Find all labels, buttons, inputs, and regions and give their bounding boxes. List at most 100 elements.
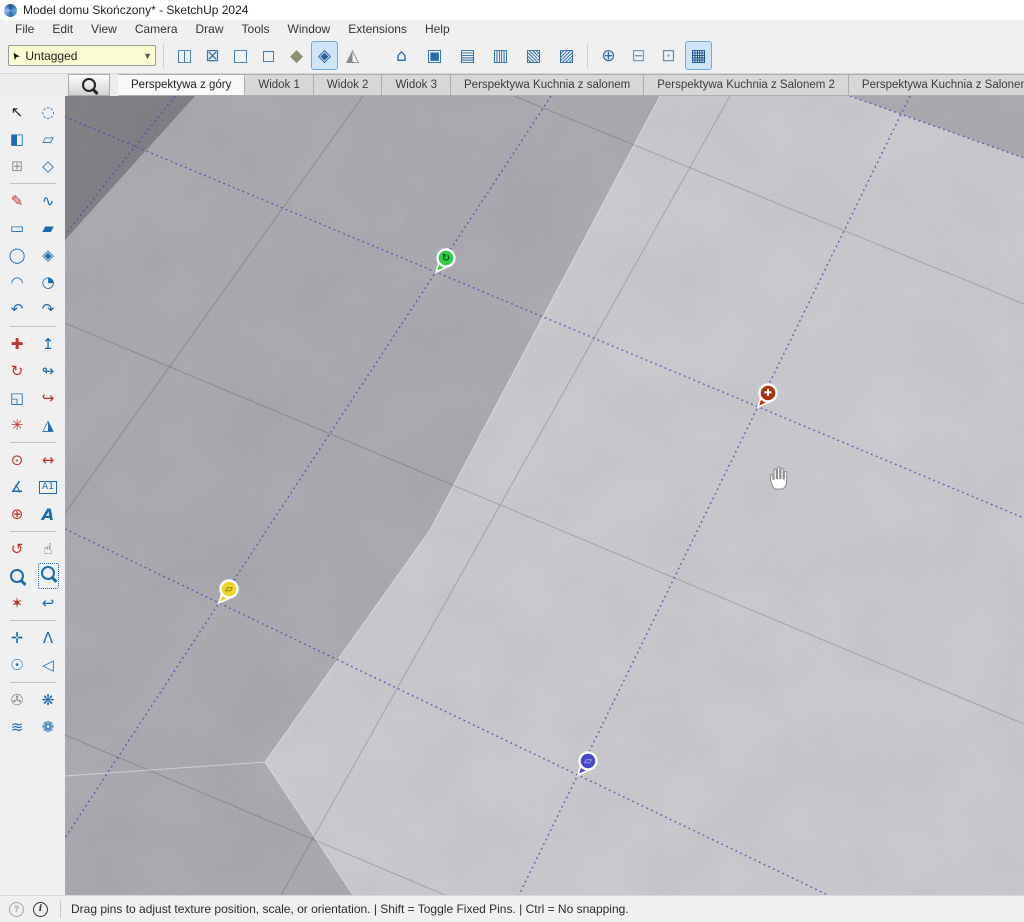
- top-view[interactable]: ▣: [421, 41, 448, 70]
- arc-tool[interactable]: ◠: [4, 270, 30, 294]
- display-section-fill[interactable]: ▦: [685, 41, 712, 70]
- scene-tab[interactable]: Perspektywa Kuchnia z Salonem 3: [849, 74, 1024, 96]
- tag-dropdown[interactable]: ➤ Untagged ▼: [8, 45, 156, 66]
- scene-tab[interactable]: Perspektywa Kuchnia z Salonem 2: [644, 74, 849, 96]
- tool-palette: ↖◌◧▱⊞◇✎∿▭▰◯◈◠◔↶↷✚↥↻↬◱↪✳◮⊙↔∡A1⊕A↺☝ ✶↩✛Λ☉◁✇…: [0, 96, 65, 895]
- left-view[interactable]: ▨: [553, 41, 580, 70]
- protractor-tool[interactable]: ∡: [4, 475, 30, 499]
- info-icon[interactable]: i: [33, 902, 48, 917]
- scene-tab[interactable]: Widok 2: [314, 74, 383, 96]
- two-point-arc-tool[interactable]: ↶: [4, 297, 30, 321]
- palette-separator: [10, 442, 56, 443]
- chevron-down-icon[interactable]: ▼: [143, 51, 152, 61]
- eraser-tool[interactable]: ▱: [35, 127, 61, 151]
- hidden-line-style[interactable]: ◻: [255, 41, 282, 70]
- menu-help[interactable]: Help: [416, 21, 459, 37]
- paint-bucket-tool[interactable]: ◧: [4, 127, 30, 151]
- freehand-tool[interactable]: ∿: [35, 189, 61, 213]
- previous-view-tool[interactable]: ↩: [35, 591, 61, 615]
- solid-tools[interactable]: ◮: [35, 413, 61, 437]
- menu-camera[interactable]: Camera: [126, 21, 187, 37]
- menu-tools[interactable]: Tools: [233, 21, 279, 37]
- back-edges-style[interactable]: ⊠: [199, 41, 226, 70]
- dimension-tool[interactable]: ↔: [35, 448, 61, 472]
- position-camera-tool[interactable]: ✛: [4, 626, 30, 650]
- orbit-tool[interactable]: ↺: [4, 537, 30, 561]
- push-pull-tool[interactable]: ↥: [35, 332, 61, 356]
- select-cursor-icon: ➤: [9, 49, 23, 62]
- shape-tool[interactable]: ◇: [35, 154, 61, 178]
- scene-tabs-bar: Perspektywa z góryWidok 1Widok 2Widok 3P…: [0, 73, 1024, 96]
- scene-tab[interactable]: Widok 3: [382, 74, 451, 96]
- status-bar: ? i Drag pins to adjust texture position…: [0, 895, 1024, 922]
- pan-tool[interactable]: ☝: [35, 537, 61, 561]
- move-tool[interactable]: ✚: [4, 332, 30, 356]
- scale-tool[interactable]: ◱: [4, 386, 30, 410]
- palette-separator: [10, 183, 56, 184]
- zoom-tool[interactable]: [4, 564, 30, 588]
- iso-view[interactable]: ⌂: [388, 41, 415, 70]
- axes-tool[interactable]: ⊕: [4, 502, 30, 526]
- extension-hexagon-gear[interactable]: ✇: [4, 688, 30, 712]
- follow-me-tool[interactable]: ↬: [35, 359, 61, 383]
- snap-tool[interactable]: ✳: [4, 413, 30, 437]
- walk-tool[interactable]: Λ: [35, 626, 61, 650]
- extension-swirl-gear[interactable]: ❋: [35, 688, 61, 712]
- xray-style[interactable]: ◫: [171, 41, 198, 70]
- svg-text:✚: ✚: [764, 388, 772, 399]
- polygon-tool[interactable]: ◈: [35, 243, 61, 267]
- scene-tab[interactable]: Perspektywa z góry: [118, 74, 245, 96]
- text-tool[interactable]: A1: [35, 475, 61, 499]
- shaded-style[interactable]: ◆: [283, 41, 310, 70]
- menu-extensions[interactable]: Extensions: [339, 21, 416, 37]
- scene-tab[interactable]: Widok 1: [245, 74, 314, 96]
- wireframe-style[interactable]: □: [227, 41, 254, 70]
- scene-search-button[interactable]: [68, 74, 110, 96]
- components-tool[interactable]: ⊞: [4, 154, 30, 178]
- menu-draw[interactable]: Draw: [187, 21, 233, 37]
- zoom-window-tool[interactable]: [35, 564, 61, 588]
- tape-measure-tool[interactable]: ⊙: [4, 448, 30, 472]
- menu-view[interactable]: View: [82, 21, 126, 37]
- shaded-with-textures-style[interactable]: ◈: [311, 41, 338, 70]
- extension-layers-export[interactable]: ≋: [4, 715, 30, 739]
- svg-text:▱: ▱: [584, 756, 592, 767]
- main-toolbar: ➤ Untagged ▼ ◫⊠□◻◆◈◭ ⌂▣▤▥▧▨ ⊕⊟⊡▦: [0, 38, 1024, 73]
- offset-tool[interactable]: ↪: [35, 386, 61, 410]
- three-point-arc-tool[interactable]: ↷: [35, 297, 61, 321]
- model-canvas[interactable]: ↻✚▱▱: [65, 96, 1024, 895]
- monochrome-style[interactable]: ◭: [339, 41, 366, 70]
- section-tools-group: ⊕⊟⊡▦: [595, 41, 712, 70]
- sketchup-window: Model domu Skończony* - SketchUp 2024 Fi…: [0, 0, 1024, 922]
- back-view[interactable]: ▧: [520, 41, 547, 70]
- menu-file[interactable]: File: [6, 21, 43, 37]
- tag-dropdown-value: Untagged: [25, 49, 77, 63]
- svg-text:▱: ▱: [225, 584, 233, 595]
- window-title: Model domu Skończony* - SketchUp 2024: [23, 3, 248, 17]
- rotate-tool[interactable]: ↻: [4, 359, 30, 383]
- front-view[interactable]: ▤: [454, 41, 481, 70]
- pie-tool[interactable]: ◔: [35, 270, 61, 294]
- section-plane-tool[interactable]: ⊕: [595, 41, 622, 70]
- right-view[interactable]: ▥: [487, 41, 514, 70]
- field-of-view-tool[interactable]: ◁: [35, 653, 61, 677]
- display-section-planes[interactable]: ⊟: [625, 41, 652, 70]
- three-d-text-tool[interactable]: A: [35, 502, 61, 526]
- look-around-tool[interactable]: ☉: [4, 653, 30, 677]
- zoom-extents-tool[interactable]: ✶: [4, 591, 30, 615]
- geolocation-icon[interactable]: ?: [9, 902, 24, 917]
- menu-edit[interactable]: Edit: [43, 21, 82, 37]
- rotated-rectangle-tool[interactable]: ▰: [35, 216, 61, 240]
- menu-window[interactable]: Window: [279, 21, 340, 37]
- scene-tab[interactable]: Perspektywa Kuchnia z salonem: [451, 74, 644, 96]
- line-tool[interactable]: ✎: [4, 189, 30, 213]
- standard-views-group: ⌂▣▤▥▧▨: [388, 41, 580, 70]
- status-hint-text: Drag pins to adjust texture position, sc…: [71, 902, 629, 916]
- lasso-tool[interactable]: ◌: [35, 100, 61, 124]
- menu-bar: FileEditViewCameraDrawToolsWindowExtensi…: [0, 20, 1024, 38]
- select-tool[interactable]: ↖: [4, 100, 30, 124]
- circle-tool[interactable]: ◯: [4, 243, 30, 267]
- display-section-cuts[interactable]: ⊡: [655, 41, 682, 70]
- extension-flow-gear[interactable]: ❁: [35, 715, 61, 739]
- rectangle-tool[interactable]: ▭: [4, 216, 30, 240]
